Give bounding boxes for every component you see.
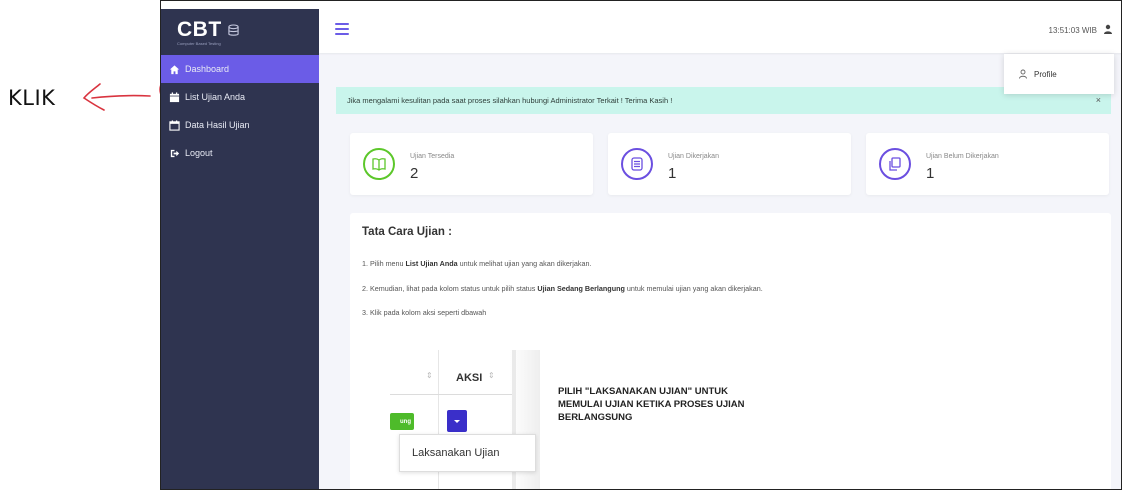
profile-dropdown[interactable]: Profile: [1004, 54, 1114, 94]
laksanakan-ujian-menu-item[interactable]: Laksanakan Ujian: [399, 434, 536, 472]
annotation-caption: KLIK: [8, 86, 56, 110]
list-icon: [621, 148, 653, 180]
sort-icon: ⇕: [488, 371, 495, 380]
sidebar: CBT Computer Based Testing Dashboard Lis…: [161, 9, 319, 489]
book-icon: [363, 148, 395, 180]
database-icon: [228, 23, 239, 36]
instruction-step-1: 1. Pilih menu List Ujian Anda untuk meli…: [362, 259, 592, 268]
illustration-hint: PILIH "LAKSANAKAN UJIAN" UNTUK MEMULAI U…: [558, 386, 745, 423]
stat-card-ujian-tersedia: Ujian Tersedia 2: [350, 133, 593, 195]
stat-value: 1: [668, 165, 677, 182]
screenshot-stage: KLIK CBT Computer Based Testing Dashboar…: [0, 0, 1130, 490]
app-window: CBT Computer Based Testing Dashboard Lis…: [160, 0, 1122, 490]
brand-subtitle: Computer Based Testing: [177, 41, 221, 46]
sidebar-item-label: Data Hasil Ujian: [185, 120, 250, 130]
instructions-panel: Tata Cara Ujian : 1. Pilih menu List Uji…: [350, 213, 1111, 489]
sidebar-nav: Dashboard List Ujian Anda Data Hasil Uji…: [161, 55, 319, 167]
profile-link[interactable]: Profile: [1034, 70, 1057, 79]
info-alert: Jika mengalami kesulitan pada saat prose…: [336, 87, 1111, 114]
brand-title: CBT: [177, 18, 222, 41]
topbar: 13:51:03 WIB: [319, 9, 1121, 53]
stat-card-ujian-belum: Ujian Belum Dikerjakan 1: [866, 133, 1109, 195]
clock-timezone: WIB: [1081, 26, 1097, 35]
sidebar-item-logout[interactable]: Logout: [161, 139, 319, 167]
sidebar-item-label: List Ujian Anda: [185, 92, 246, 102]
stat-label: Ujian Tersedia: [410, 153, 455, 160]
stat-label: Ujian Belum Dikerjakan: [926, 153, 999, 160]
hamburger-menu-icon[interactable]: [335, 23, 349, 37]
status-badge: ung: [390, 413, 414, 430]
clock: 13:51:03 WIB: [1049, 26, 1097, 35]
sidebar-item-label: Dashboard: [185, 64, 230, 74]
close-icon[interactable]: ×: [1096, 95, 1101, 105]
calendar-icon: [169, 91, 180, 102]
panel-title: Tata Cara Ujian :: [362, 226, 452, 238]
sort-icon: ⇕: [426, 371, 433, 380]
aksi-illustration: ⇕ AKSI ⇕ ung Laksanakan Ujian: [390, 350, 540, 489]
user-icon[interactable]: [1103, 24, 1113, 35]
aksi-column-header: AKSI: [456, 372, 483, 384]
home-icon: [169, 64, 180, 74]
sidebar-item-list-ujian[interactable]: List Ujian Anda: [161, 83, 319, 111]
stat-value: 1: [926, 165, 935, 182]
stat-label: Ujian Dikerjakan: [668, 153, 719, 160]
copy-icon: [879, 148, 911, 180]
caret-down-icon: [454, 419, 460, 423]
stat-value: 2: [410, 165, 419, 182]
annotation-arrow: [82, 83, 151, 111]
user-outline-icon: [1019, 69, 1027, 79]
logout-icon: [170, 149, 180, 157]
stat-card-ujian-dikerjakan: Ujian Dikerjakan 1: [608, 133, 851, 195]
sidebar-item-label: Logout: [185, 148, 213, 158]
sidebar-item-dashboard[interactable]: Dashboard: [161, 55, 319, 83]
instruction-step-3: 3. Klik pada kolom aksi seperti dbawah: [362, 308, 487, 317]
aksi-dropdown-button[interactable]: [447, 410, 467, 432]
sidebar-item-data-hasil[interactable]: Data Hasil Ujian: [161, 111, 319, 139]
clock-time: 13:51:03: [1048, 26, 1080, 35]
brand[interactable]: CBT Computer Based Testing: [161, 9, 319, 51]
calendar-icon: [169, 119, 180, 131]
instruction-step-2: 2. Kemudian, lihat pada kolom status unt…: [362, 284, 763, 293]
alert-text: Jika mengalami kesulitan pada saat prose…: [347, 96, 673, 105]
